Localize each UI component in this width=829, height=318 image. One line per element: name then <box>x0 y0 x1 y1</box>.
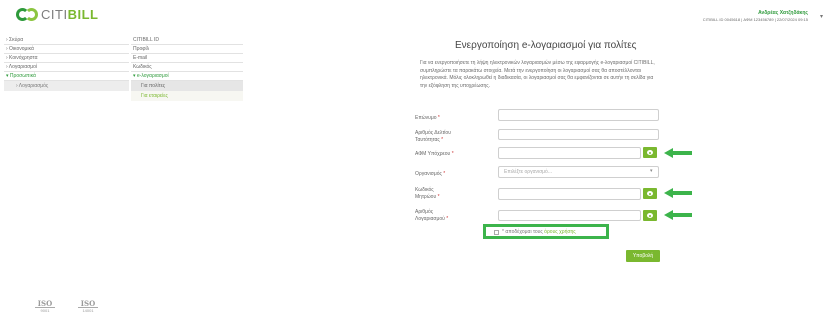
submit-button[interactable]: Υποβολή <box>626 250 660 262</box>
subnav-item-email[interactable]: E-mail <box>131 54 243 63</box>
terms-link[interactable]: όρους χρήσης <box>544 229 575 235</box>
account-number-label: Αριθμός Λογαριασμού * <box>415 209 449 222</box>
sidebar-item-financial[interactable]: › Οικονομικά <box>4 45 129 54</box>
organisation-label: Οργανισμός * <box>415 171 446 177</box>
eye-icon <box>647 150 653 155</box>
sidebar-item-skyra[interactable]: › Σκύρα <box>4 36 129 45</box>
subnav-item-citibill-id[interactable]: CITIBILL ID <box>131 36 243 45</box>
surname-field[interactable] <box>498 109 659 121</box>
organisation-select[interactable]: Επιλέξτε οργανισμό... <box>498 166 659 178</box>
subnav-item-password[interactable]: Κωδικός <box>131 63 243 72</box>
user-info[interactable]: Ανδρέας Χατζηδάκης CITIBILL ID 0045618 |… <box>703 10 808 22</box>
afm-label: ΑΦΜ Υπόχρεου * <box>415 151 454 157</box>
account-number-field[interactable] <box>498 210 641 221</box>
subnav: CITIBILL ID Προφίλ E-mail Κωδικός ▾ e-λο… <box>131 36 243 101</box>
registry-code-show-button[interactable] <box>643 188 657 199</box>
id-number-field[interactable] <box>498 129 659 140</box>
arrow-left-icon <box>664 210 692 220</box>
arrow-left-icon <box>664 148 692 158</box>
sidebar: › Σκύρα › Οικονομικά › Κοινόχρηστα › Λογ… <box>4 36 129 91</box>
account-number-show-button[interactable] <box>643 210 657 221</box>
afm-field[interactable] <box>498 147 641 159</box>
terms-highlight-box: * αποδέχομαι τους όρους χρήσης <box>483 224 609 239</box>
sidebar-item-shared-costs[interactable]: › Κοινόχρηστα <box>4 54 129 63</box>
logo-mark-icon <box>16 7 38 22</box>
chevron-down-icon[interactable]: ▾ <box>820 13 823 20</box>
subnav-subitem-citizens[interactable]: Για πολίτες <box>131 81 243 91</box>
page-title: Ενεργοποίηση e-λογαριασμοί για πολίτες <box>455 40 637 51</box>
sidebar-subitem-account[interactable]: › Λογαριασμός <box>4 81 129 91</box>
iso-9001-badge: ISO 9001 <box>35 300 55 313</box>
logo-text: CITIBILL <box>41 7 99 22</box>
user-meta: CITIBILL ID 0045618 | ΑΦΜ 123456789 | 22… <box>702 17 808 22</box>
subnav-subitem-companies[interactable]: Για εταιρείες <box>131 91 243 101</box>
afm-show-button[interactable] <box>643 147 657 158</box>
eye-icon <box>647 191 653 196</box>
terms-label: * αποδέχομαι τους όρους χρήσης <box>502 229 576 235</box>
arrow-left-icon <box>664 188 692 198</box>
registry-code-field[interactable] <box>498 188 641 200</box>
eye-icon <box>647 213 653 218</box>
top-header: CITIBILL Ανδρέας Χατζηδάκης CITIBILL ID … <box>0 0 829 30</box>
intro-text: Για να ενεργοποιήσετε τη λήψη ηλεκτρονικ… <box>420 60 655 89</box>
sidebar-item-bills[interactable]: › Λογαριασμοί <box>4 63 129 72</box>
citibill-logo[interactable]: CITIBILL <box>16 7 98 22</box>
sidebar-item-personal[interactable]: ▾ Προσωπικά <box>4 72 129 81</box>
id-number-label: Αριθμός Δελτίου Ταυτότητας * <box>415 130 451 143</box>
subnav-item-profile[interactable]: Προφίλ <box>131 45 243 54</box>
terms-checkbox[interactable] <box>494 230 499 235</box>
registry-code-label: Κωδικός Μητρώου * <box>415 187 440 200</box>
subnav-item-e-bills[interactable]: ▾ e-λογαριασμοί <box>131 72 243 81</box>
surname-label: Επώνυμο * <box>415 115 440 121</box>
chevron-down-icon[interactable]: ▾ <box>650 168 653 174</box>
user-name: Ανδρέας Χατζηδάκης <box>758 10 808 16</box>
iso-14001-badge: ISO 14001 <box>78 300 98 313</box>
